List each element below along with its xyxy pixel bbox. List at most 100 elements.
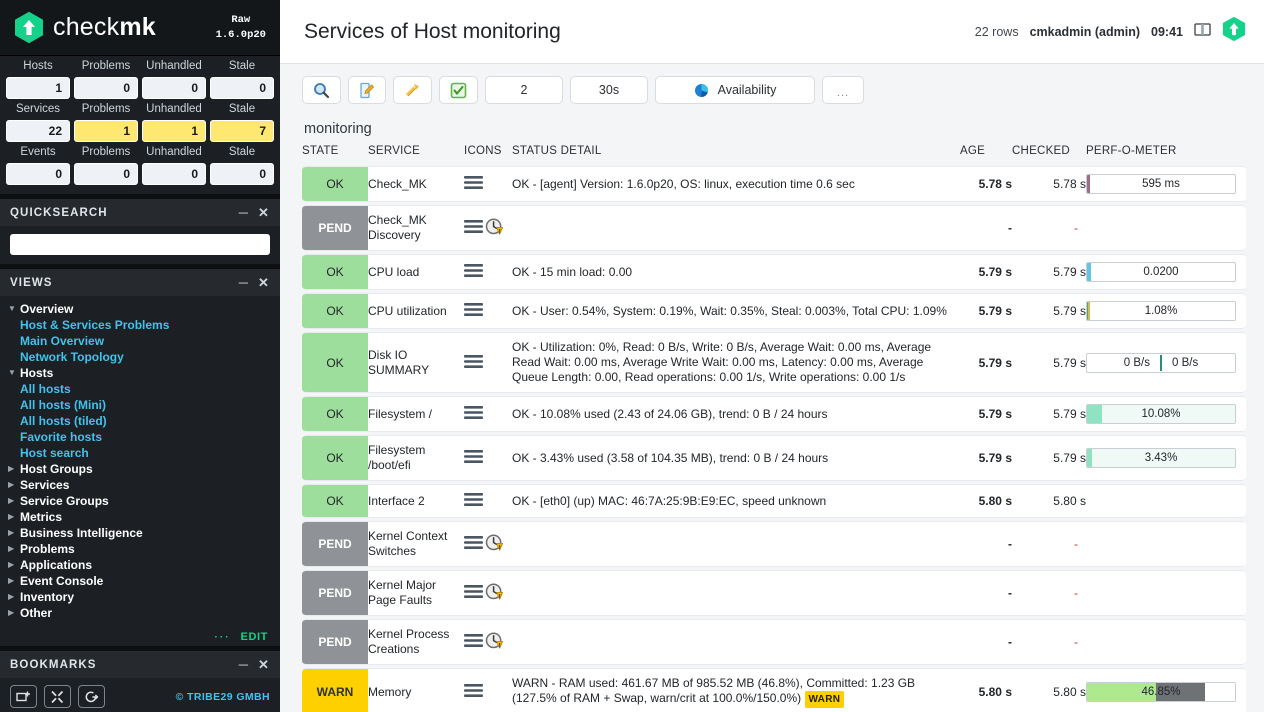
- service-name-cell[interactable]: Filesystem /boot/efi: [368, 435, 464, 481]
- help-book-icon[interactable]: [1194, 22, 1211, 42]
- minimize-icon[interactable]: ─: [239, 276, 249, 289]
- sidebar-item-hosts[interactable]: ▼ Hosts: [0, 365, 280, 381]
- perf-o-meter-cell[interactable]: [1086, 619, 1246, 665]
- perf-o-meter-cell[interactable]: 0.0200: [1086, 254, 1246, 290]
- edit-view-button[interactable]: [348, 76, 386, 104]
- hamburger-icon[interactable]: [464, 584, 483, 602]
- status-badge[interactable]: PEND: [302, 205, 368, 251]
- checkmk-logo-icon[interactable]: [1222, 16, 1246, 47]
- add-bookmark-icon[interactable]: [10, 685, 37, 708]
- status-value-cell[interactable]: 0: [142, 163, 206, 185]
- hamburger-icon[interactable]: [464, 492, 483, 510]
- chevron-down-icon[interactable]: ▼: [8, 301, 20, 317]
- chevron-right-icon[interactable]: ▶: [8, 541, 20, 557]
- sidebar-item-applications[interactable]: ▶ Applications: [0, 557, 280, 573]
- chevron-right-icon[interactable]: ▶: [8, 525, 20, 541]
- hamburger-icon[interactable]: [464, 405, 483, 423]
- status-value-cell[interactable]: 1: [74, 120, 138, 142]
- status-value-cell[interactable]: 22: [6, 120, 70, 142]
- clock-warning-icon[interactable]: [485, 632, 504, 653]
- service-name-cell[interactable]: Interface 2: [368, 484, 464, 518]
- status-value-cell[interactable]: 0: [210, 77, 274, 99]
- sidebar-item-favorite-hosts[interactable]: Favorite hosts: [0, 429, 280, 445]
- minimize-icon[interactable]: ─: [239, 206, 249, 219]
- status-badge[interactable]: PEND: [302, 521, 368, 567]
- service-name-cell[interactable]: Disk IO SUMMARY: [368, 332, 464, 393]
- close-icon[interactable]: ✕: [258, 206, 270, 219]
- table-row[interactable]: PEND Kernel Major Page Faults - -: [302, 570, 1246, 616]
- columns-button[interactable]: 2: [485, 76, 563, 104]
- sidebar-item-business-intelligence[interactable]: ▶ Business Intelligence: [0, 525, 280, 541]
- clock-warning-icon[interactable]: [485, 534, 504, 555]
- status-badge[interactable]: PEND: [302, 570, 368, 616]
- status-badge[interactable]: PEND: [302, 619, 368, 665]
- table-row[interactable]: OK Filesystem / OK - 10.08% used (2.43 of …: [302, 396, 1246, 432]
- column-header-service[interactable]: SERVICE: [368, 145, 464, 163]
- reload-icon[interactable]: [78, 685, 105, 708]
- table-row[interactable]: PEND Kernel Context Switches - -: [302, 521, 1246, 567]
- status-value-cell[interactable]: 0: [74, 77, 138, 99]
- chevron-right-icon[interactable]: ▶: [8, 573, 20, 589]
- service-name-cell[interactable]: Check_MK Discovery: [368, 205, 464, 251]
- chevron-down-icon[interactable]: ▼: [8, 365, 20, 381]
- chevron-right-icon[interactable]: ▶: [8, 557, 20, 573]
- hamburger-icon[interactable]: [464, 175, 483, 193]
- views-more-icon[interactable]: ···: [215, 632, 231, 643]
- service-name-cell[interactable]: Kernel Context Switches: [368, 521, 464, 567]
- perf-o-meter-cell[interactable]: 10.08%: [1086, 396, 1246, 432]
- chevron-right-icon[interactable]: ▶: [8, 605, 20, 621]
- sidebar-item-metrics[interactable]: ▶ Metrics: [0, 509, 280, 525]
- column-header-state[interactable]: STATE: [302, 145, 368, 163]
- checkmk-logo-icon[interactable]: [14, 11, 44, 44]
- sidebar-item-other[interactable]: ▶ Other: [0, 605, 280, 621]
- perf-o-meter-cell[interactable]: [1086, 205, 1246, 251]
- sidebar-item-overview[interactable]: ▼ Overview: [0, 301, 280, 317]
- column-header-icons[interactable]: ICONS: [464, 145, 512, 163]
- hamburger-icon[interactable]: [464, 683, 483, 701]
- close-icon[interactable]: ✕: [258, 658, 270, 671]
- hamburger-icon[interactable]: [464, 219, 483, 237]
- status-value-cell[interactable]: 1: [142, 120, 206, 142]
- status-value-cell[interactable]: 0: [6, 163, 70, 185]
- hamburger-icon[interactable]: [464, 633, 483, 651]
- table-row[interactable]: OK CPU load OK - 15 min load: 0.00 5.79 s 5.…: [302, 254, 1246, 290]
- status-badge[interactable]: OK: [302, 396, 368, 432]
- perf-o-meter-cell[interactable]: 1.08%: [1086, 293, 1246, 329]
- status-badge[interactable]: OK: [302, 293, 368, 329]
- sidebar-item-inventory[interactable]: ▶ Inventory: [0, 589, 280, 605]
- table-row[interactable]: OK CPU utilization OK - User: 0.54%, Syste…: [302, 293, 1246, 329]
- perf-o-meter-cell[interactable]: 0 B/s 0 B/s: [1086, 332, 1246, 393]
- sidebar-item-services[interactable]: ▶ Services: [0, 477, 280, 493]
- status-badge[interactable]: OK: [302, 254, 368, 290]
- status-value-cell[interactable]: 1: [6, 77, 70, 99]
- status-value-cell[interactable]: 0: [142, 77, 206, 99]
- status-value-cell[interactable]: 0: [74, 163, 138, 185]
- hamburger-icon[interactable]: [464, 302, 483, 320]
- commands-button[interactable]: [439, 76, 478, 104]
- table-row[interactable]: OK Check_MK OK - [agent] Version: 1.6.0p20…: [302, 166, 1246, 202]
- column-header-perf-o-meter[interactable]: PERF-O-METER: [1086, 145, 1246, 163]
- clock-warning-icon[interactable]: [485, 218, 504, 239]
- chevron-right-icon[interactable]: ▶: [8, 509, 20, 525]
- perf-o-meter-cell[interactable]: 595 ms: [1086, 166, 1246, 202]
- filter-button[interactable]: [302, 76, 341, 104]
- column-header-checked[interactable]: CHECKED: [1012, 145, 1086, 163]
- sidebar-item-main-overview[interactable]: Main Overview: [0, 333, 280, 349]
- table-row[interactable]: PEND Check_MK Discovery - -: [302, 205, 1246, 251]
- status-badge[interactable]: OK: [302, 484, 368, 518]
- table-row[interactable]: WARN Memory WARN - RAM used: 461.67 MB of …: [302, 668, 1246, 712]
- search-input[interactable]: [10, 234, 270, 255]
- service-name-cell[interactable]: Kernel Process Creations: [368, 619, 464, 665]
- service-name-cell[interactable]: Filesystem /: [368, 396, 464, 432]
- perf-o-meter-cell[interactable]: [1086, 521, 1246, 567]
- sidebar-item-all-hosts-tiled[interactable]: All hosts (tiled): [0, 413, 280, 429]
- sidebar-item-host-search[interactable]: Host search: [0, 445, 280, 461]
- service-name-cell[interactable]: CPU utilization: [368, 293, 464, 329]
- sidebar-item-service-groups[interactable]: ▶ Service Groups: [0, 493, 280, 509]
- edit-bookmark-icon[interactable]: [44, 685, 71, 708]
- service-name-cell[interactable]: Memory: [368, 668, 464, 712]
- status-value-cell[interactable]: 7: [210, 120, 274, 142]
- views-edit-button[interactable]: EDIT: [241, 631, 268, 643]
- table-row[interactable]: OK Disk IO SUMMARY OK - Utilization: 0%, R…: [302, 332, 1246, 393]
- availability-button[interactable]: Availability: [655, 76, 815, 104]
